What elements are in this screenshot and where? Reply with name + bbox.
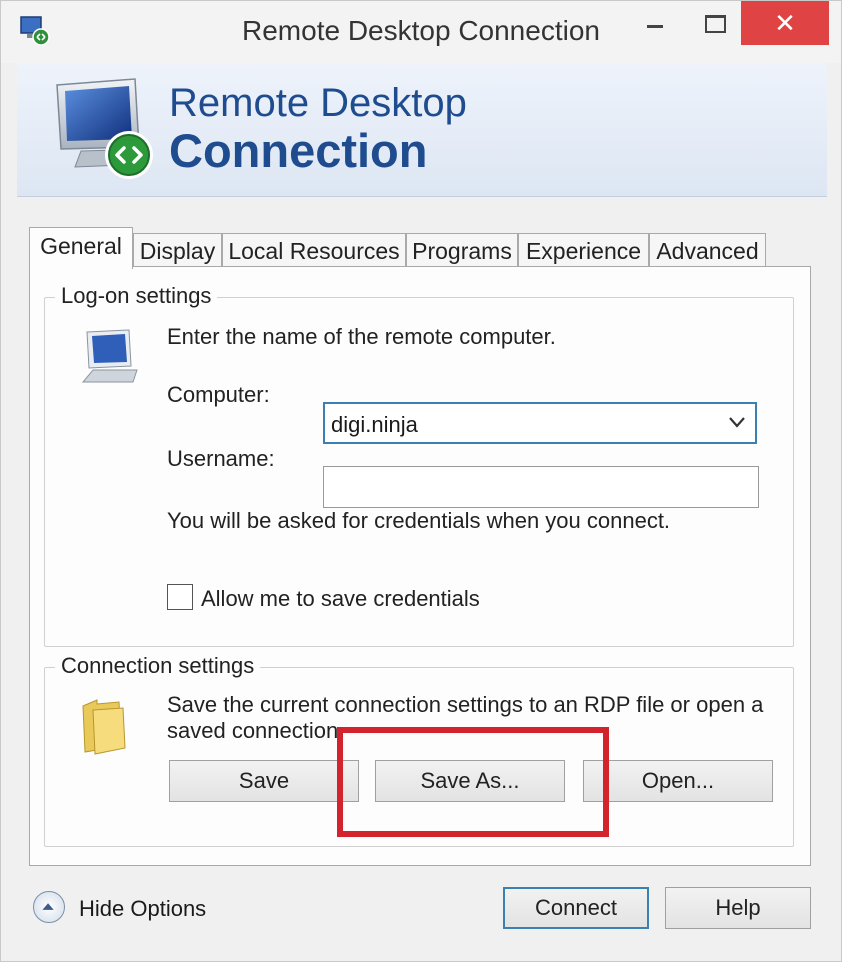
connect-button[interactable]: Connect: [503, 887, 649, 929]
open-button[interactable]: Open...: [583, 760, 773, 802]
rdp-window: Remote Desktop Connection ✕ Remote Deskt…: [0, 0, 842, 962]
tab-local-resources[interactable]: Local Resources: [222, 233, 406, 267]
connection-settings-title: Connection settings: [55, 653, 261, 679]
computer-icon: [81, 329, 138, 383]
connection-description-line2: saved connection.: [167, 718, 345, 743]
allow-save-credentials-label[interactable]: Allow me to save credentials: [201, 586, 480, 612]
minimize-button[interactable]: [631, 1, 677, 45]
monitor-connection-icon: [56, 78, 153, 179]
connection-description-line1: Save the current connection settings to …: [167, 692, 764, 717]
tab-general[interactable]: General: [29, 227, 133, 269]
computer-label: Computer:: [167, 382, 270, 407]
save-as-highlight-box: [337, 727, 609, 837]
maximize-button[interactable]: [691, 1, 737, 45]
close-button[interactable]: ✕: [741, 1, 829, 45]
hide-options-label[interactable]: Hide Options: [79, 896, 206, 922]
tab-display[interactable]: Display: [133, 233, 222, 267]
banner-title-line2: Connection: [169, 124, 428, 177]
save-button[interactable]: Save: [169, 760, 359, 802]
header-banner: Remote Desktop Connection: [17, 63, 827, 197]
logon-settings-title: Log-on settings: [55, 283, 218, 309]
username-field[interactable]: [323, 466, 759, 508]
computer-combobox[interactable]: digi.ninja: [323, 402, 757, 444]
tab-programs[interactable]: Programs: [406, 233, 518, 267]
logon-settings-group: Log-on settings Enter the name of the re…: [44, 283, 794, 647]
folder-icon: [82, 699, 126, 755]
title-bar: Remote Desktop Connection ✕: [1, 1, 841, 63]
logon-instruction: Enter the name of the remote computer.: [167, 324, 556, 349]
help-button[interactable]: Help: [665, 887, 811, 929]
tab-advanced[interactable]: Advanced: [649, 233, 766, 267]
tab-experience[interactable]: Experience: [518, 233, 649, 267]
banner-title-line1: Remote Desktop: [169, 81, 467, 125]
credentials-note: You will be asked for credentials when y…: [167, 508, 671, 533]
chevron-up-icon[interactable]: [33, 891, 65, 923]
chevron-down-icon[interactable]: [727, 412, 747, 432]
username-label: Username:: [167, 446, 275, 471]
computer-value: digi.ninja: [331, 412, 418, 437]
allow-save-credentials-checkbox[interactable]: [167, 584, 193, 610]
